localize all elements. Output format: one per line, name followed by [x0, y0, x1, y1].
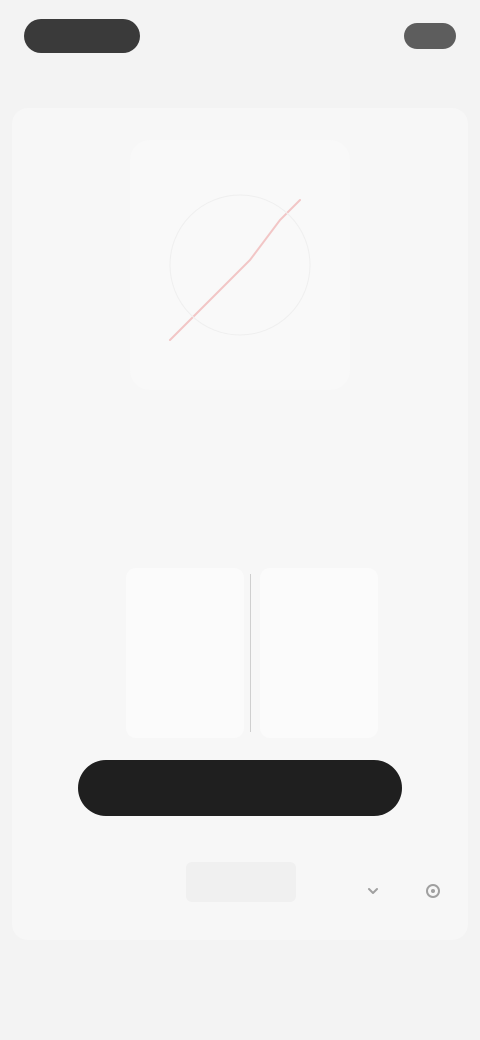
hero-graphic: [169, 194, 311, 341]
nav-item-4[interactable]: [390, 976, 450, 988]
headline: [76, 506, 404, 540]
chevron-glyph: [368, 888, 378, 894]
bottom-navigation: [0, 952, 480, 1012]
settings-glyph: [426, 884, 440, 898]
header-actions: [392, 23, 456, 49]
hero-accent-line: [169, 199, 301, 341]
footnote: [186, 862, 296, 902]
settings-icon[interactable]: [420, 878, 446, 904]
compare-right[interactable]: [260, 568, 378, 738]
hero-circle: [169, 194, 311, 336]
chevron-icon[interactable]: [360, 878, 386, 904]
nav-item-2[interactable]: [150, 976, 210, 988]
compare-left[interactable]: [126, 568, 244, 738]
top-bar: [0, 0, 480, 72]
comparison-panel: [120, 568, 380, 738]
hero-illustration: [130, 140, 350, 390]
mini-icon-row: [360, 878, 446, 904]
nav-item-1[interactable]: [30, 976, 90, 988]
header-action-button[interactable]: [404, 23, 456, 49]
primary-cta-button[interactable]: [78, 760, 402, 816]
app-screen: [0, 0, 480, 1040]
brand-logo[interactable]: [24, 19, 140, 53]
compare-divider: [250, 574, 251, 732]
nav-item-3[interactable]: [270, 976, 330, 988]
